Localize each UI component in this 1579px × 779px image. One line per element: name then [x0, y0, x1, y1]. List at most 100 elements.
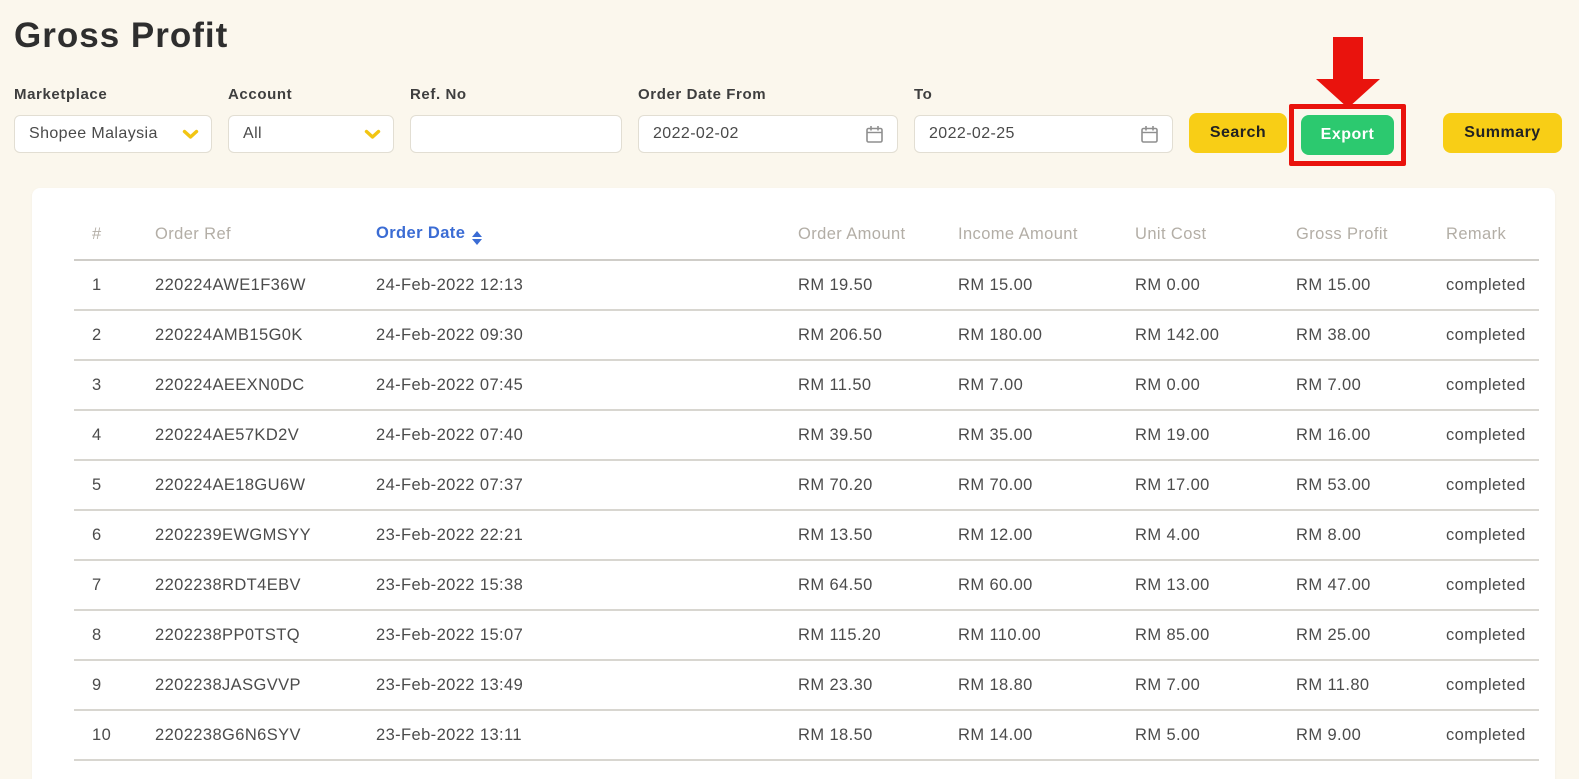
- refno-field: [410, 115, 622, 153]
- date-to-value: 2022-02-25: [929, 125, 1015, 142]
- calendar-icon[interactable]: [864, 124, 885, 145]
- cell-order-ref: 2202239EWGMSYY: [137, 510, 358, 561]
- cell-order-date: 24-Feb-2022 12:13: [358, 260, 780, 311]
- cell-order-ref: 220224AMB15G0K: [137, 310, 358, 361]
- cell-unit-cost: RM 5.00: [1117, 710, 1278, 761]
- refno-label: Ref. No: [410, 86, 467, 103]
- cell-income-amount: RM 7.00: [940, 360, 1117, 411]
- cell-remark: completed: [1428, 310, 1539, 361]
- cell-index: 2: [74, 310, 137, 361]
- cell-index: 9: [74, 660, 137, 711]
- account-select[interactable]: All: [228, 115, 394, 153]
- marketplace-label: Marketplace: [14, 86, 108, 103]
- cell-index: 10: [74, 710, 137, 761]
- cell-order-date: 24-Feb-2022 07:45: [358, 360, 780, 411]
- cell-unit-cost: RM 7.00: [1117, 660, 1278, 711]
- cell-order-ref: 220224AE57KD2V: [137, 410, 358, 461]
- gross-profit-page: Gross Profit Marketplace Shopee Malaysia…: [0, 0, 1579, 779]
- col-header-income-amount: Income Amount: [940, 188, 1117, 261]
- cell-remark: completed: [1428, 610, 1539, 661]
- cell-order-date: 24-Feb-2022 07:37: [358, 460, 780, 511]
- cell-order-amount: RM 11.50: [780, 360, 940, 411]
- date-to-input[interactable]: 2022-02-25: [914, 115, 1173, 153]
- calendar-icon[interactable]: [1139, 124, 1160, 145]
- cell-order-ref: 220224AE18GU6W: [137, 460, 358, 511]
- cell-order-date: 23-Feb-2022 13:11: [358, 710, 780, 761]
- col-header-gross-profit: Gross Profit: [1278, 188, 1428, 261]
- cell-order-date: 24-Feb-2022 09:30: [358, 310, 780, 361]
- cell-unit-cost: RM 19.00: [1117, 410, 1278, 461]
- col-header-order-ref: Order Ref: [137, 188, 358, 261]
- cell-income-amount: RM 14.00: [940, 710, 1117, 761]
- cell-order-ref: 220224AEEXN0DC: [137, 360, 358, 411]
- cell-remark: completed: [1428, 510, 1539, 561]
- cell-gross-profit: RM 38.00: [1278, 310, 1428, 361]
- cell-order-ref: 220224AWE1F36W: [137, 260, 358, 311]
- cell-order-amount: RM 19.50: [780, 260, 940, 311]
- chevron-down-icon: [182, 129, 199, 140]
- cell-index: 4: [74, 410, 137, 461]
- search-button[interactable]: Search: [1189, 113, 1287, 153]
- date-to-filter: To 2022-02-25: [914, 86, 1173, 153]
- cell-unit-cost: RM 0.00: [1117, 260, 1278, 311]
- results-card: # Order Ref Order Date Order Amount Inco…: [32, 188, 1555, 779]
- cell-income-amount: RM 110.00: [940, 610, 1117, 661]
- marketplace-value: Shopee Malaysia: [29, 125, 158, 142]
- table-header-row: # Order Ref Order Date Order Amount Inco…: [74, 188, 1539, 261]
- cell-index: 3: [74, 360, 137, 411]
- page-title: Gross Profit: [14, 16, 229, 55]
- account-filter: Account All: [228, 86, 394, 153]
- cell-income-amount: RM 15.00: [940, 260, 1117, 311]
- col-header-index: #: [74, 188, 137, 261]
- account-label: Account: [228, 86, 293, 103]
- cell-order-amount: RM 206.50: [780, 310, 940, 361]
- table-row: 7 2202238RDT4EBV 23-Feb-2022 15:38 RM 64…: [74, 560, 1539, 611]
- cell-income-amount: RM 70.00: [940, 460, 1117, 511]
- cell-order-date: 23-Feb-2022 22:21: [358, 510, 780, 561]
- marketplace-select[interactable]: Shopee Malaysia: [14, 115, 212, 153]
- cell-remark: completed: [1428, 360, 1539, 411]
- sort-icon: [472, 231, 483, 245]
- col-header-remark: Remark: [1428, 188, 1539, 261]
- table-row: 8 2202238PP0TSTQ 23-Feb-2022 15:07 RM 11…: [74, 610, 1539, 661]
- cell-order-amount: RM 13.50: [780, 510, 940, 561]
- cell-order-date: 23-Feb-2022 13:49: [358, 660, 780, 711]
- cell-order-amount: RM 70.20: [780, 460, 940, 511]
- col-header-order-amount: Order Amount: [780, 188, 940, 261]
- table-row: 5 220224AE18GU6W 24-Feb-2022 07:37 RM 70…: [74, 460, 1539, 511]
- cell-order-amount: RM 39.50: [780, 410, 940, 461]
- refno-input[interactable]: [425, 116, 609, 152]
- chevron-down-icon: [364, 129, 381, 140]
- date-from-filter: Order Date From 2022-02-02: [638, 86, 898, 153]
- cell-index: 5: [74, 460, 137, 511]
- cell-order-ref: 2202238PP0TSTQ: [137, 610, 358, 661]
- cell-gross-profit: RM 53.00: [1278, 460, 1428, 511]
- cell-gross-profit: RM 25.00: [1278, 610, 1428, 661]
- cell-unit-cost: RM 4.00: [1117, 510, 1278, 561]
- cell-order-ref: 2202238RDT4EBV: [137, 560, 358, 611]
- summary-button[interactable]: Summary: [1443, 113, 1562, 153]
- table-row: 3 220224AEEXN0DC 24-Feb-2022 07:45 RM 11…: [74, 360, 1539, 411]
- cell-remark: completed: [1428, 410, 1539, 461]
- cell-remark: completed: [1428, 710, 1539, 761]
- col-header-unit-cost: Unit Cost: [1117, 188, 1278, 261]
- col-header-order-date-sortable[interactable]: Order Date: [358, 188, 780, 261]
- refno-filter: Ref. No: [410, 86, 622, 153]
- cell-remark: completed: [1428, 460, 1539, 511]
- cell-gross-profit: RM 8.00: [1278, 510, 1428, 561]
- cell-gross-profit: RM 9.00: [1278, 710, 1428, 761]
- filter-bar: Marketplace Shopee Malaysia Account All …: [14, 37, 1565, 166]
- cell-gross-profit: RM 7.00: [1278, 360, 1428, 411]
- cell-unit-cost: RM 0.00: [1117, 360, 1278, 411]
- cell-order-amount: RM 23.30: [780, 660, 940, 711]
- cell-order-date: 23-Feb-2022 15:38: [358, 560, 780, 611]
- marketplace-filter: Marketplace Shopee Malaysia: [14, 86, 212, 153]
- cell-gross-profit: RM 47.00: [1278, 560, 1428, 611]
- cell-order-ref: 2202238G6N6SYV: [137, 710, 358, 761]
- cell-unit-cost: RM 85.00: [1117, 610, 1278, 661]
- gross-profit-table: # Order Ref Order Date Order Amount Inco…: [74, 188, 1539, 761]
- date-from-input[interactable]: 2022-02-02: [638, 115, 898, 153]
- export-button[interactable]: Export: [1301, 115, 1394, 155]
- cell-index: 1: [74, 260, 137, 311]
- table-row: 2 220224AMB15G0K 24-Feb-2022 09:30 RM 20…: [74, 310, 1539, 361]
